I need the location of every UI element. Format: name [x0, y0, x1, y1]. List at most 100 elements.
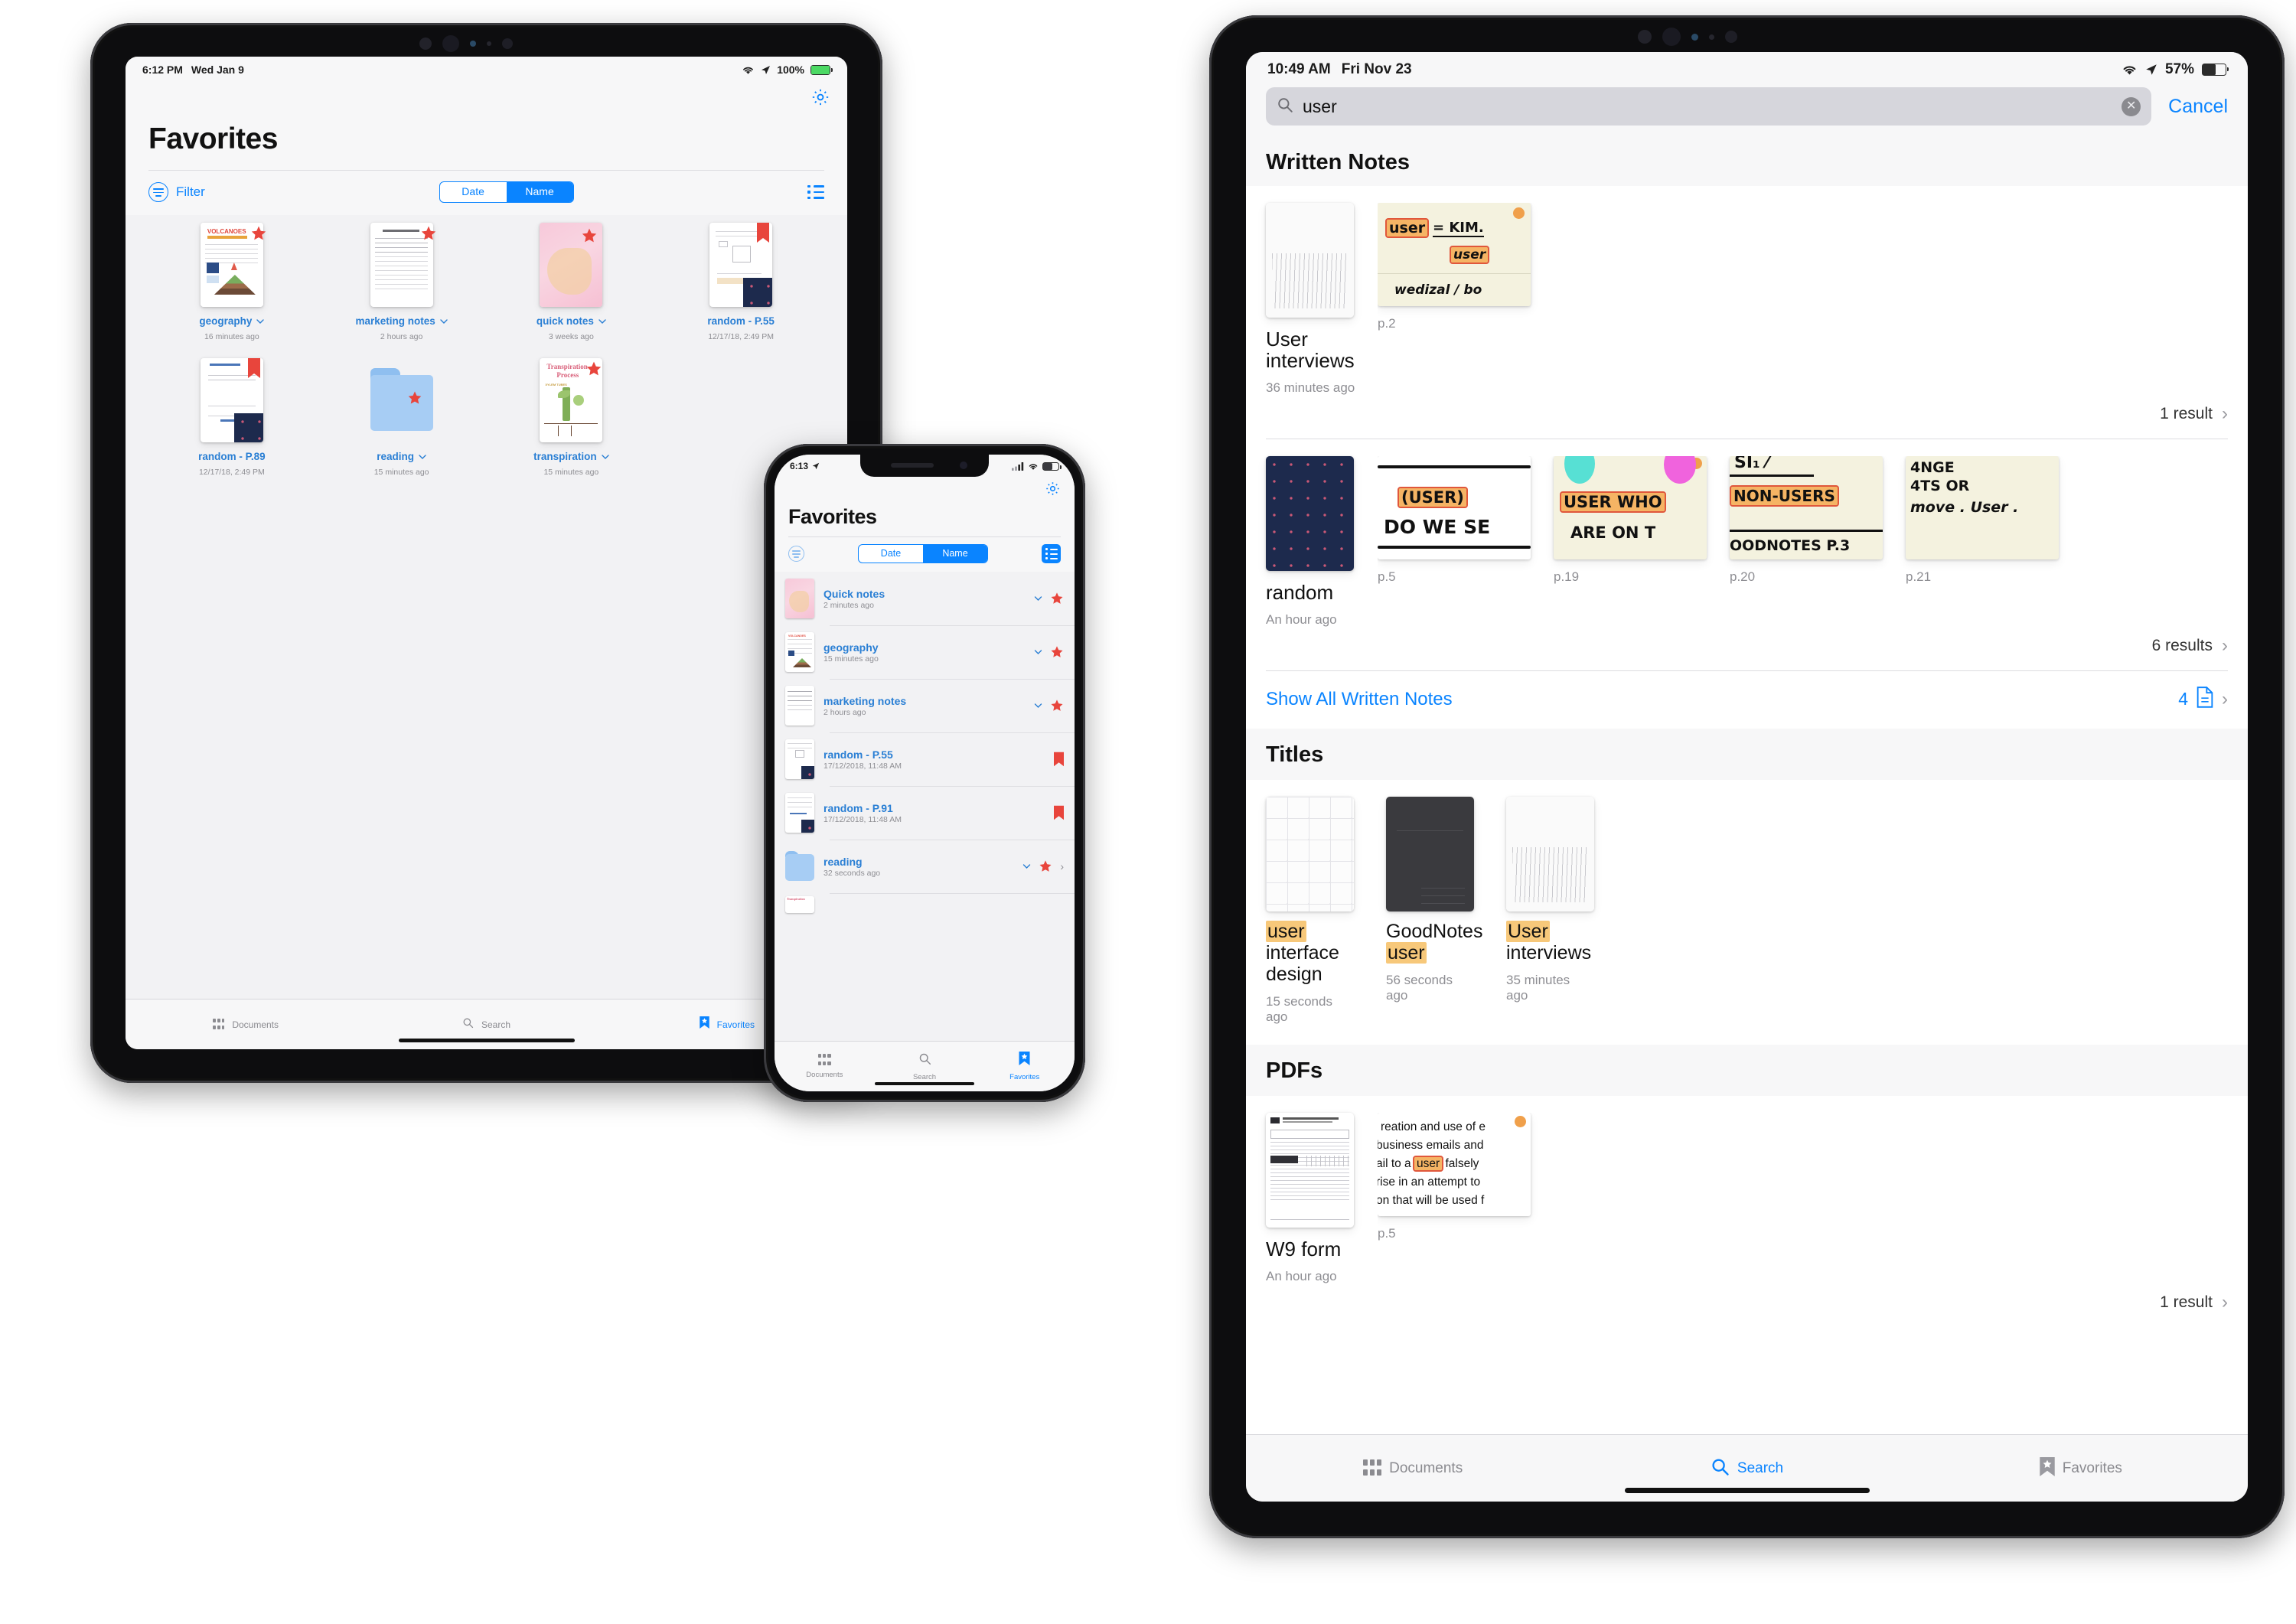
tab-search[interactable]: Search	[875, 1052, 975, 1081]
show-all-written-notes-row[interactable]: Show All Written Notes 4 ›	[1246, 671, 2248, 729]
tab-documents[interactable]: Documents	[775, 1054, 875, 1079]
document-cover[interactable]	[1266, 1113, 1354, 1228]
result-document-title[interactable]: W9 form	[1266, 1238, 1358, 1260]
list-item-name[interactable]: marketing notes	[823, 695, 1025, 707]
tab-search[interactable]: Search	[1580, 1457, 1913, 1480]
result-document[interactable]: User interviews 36 minutes ago	[1266, 203, 1358, 396]
document-cell[interactable]: VOLCANOES geography 16 minutes ago	[147, 223, 317, 341]
title-result-name[interactable]: User interviews	[1506, 921, 1594, 964]
filter-icon[interactable]	[788, 546, 804, 562]
list-item-name[interactable]: random - P.55	[823, 748, 1045, 761]
list-item[interactable]: VOLCANOES geography 15 minutes ago	[775, 625, 1075, 679]
result-document-title[interactable]: User interviews	[1266, 328, 1358, 371]
folder-icon[interactable]	[370, 358, 433, 442]
show-all-written-notes-link[interactable]: Show All Written Notes	[1266, 689, 1453, 710]
result-document[interactable]: random An hour ago	[1266, 456, 1358, 628]
filter-button[interactable]: Filter	[148, 182, 205, 202]
tab-favorites[interactable]: Favorites	[974, 1052, 1075, 1081]
chevron-down-icon[interactable]	[1022, 859, 1031, 873]
snippet-thumbnail[interactable]: reation and use of e business emails and…	[1378, 1113, 1531, 1217]
tab-documents[interactable]: Documents	[1246, 1459, 1580, 1478]
sort-segment-date[interactable]: Date	[440, 182, 507, 202]
snippet-thumbnail[interactable]: USER WHO ARE ON T	[1554, 456, 1707, 560]
document-name[interactable]: reading	[377, 451, 414, 462]
chevron-right-icon[interactable]: ›	[2222, 1292, 2228, 1313]
chevron-down-icon[interactable]	[1034, 592, 1042, 605]
snippet[interactable]: reation and use of e business emails and…	[1378, 1113, 1531, 1241]
snippet-thumbnail[interactable]: user = KIM. user wedizal / bo	[1378, 203, 1531, 306]
star-badge[interactable]	[1050, 592, 1064, 605]
document-name[interactable]: transpiration	[533, 451, 597, 462]
sort-segmented-control[interactable]: Date Name	[439, 181, 574, 203]
bookmark-badge[interactable]	[1054, 805, 1064, 820]
snippet[interactable]: USER WHO ARE ON T p.19	[1554, 456, 1707, 585]
search-result-row[interactable]: W9 form An hour ago reation and use of e…	[1246, 1096, 2248, 1284]
document-cell[interactable]: random - P.89 12/17/18, 2:49 PM	[147, 358, 317, 477]
snippet[interactable]: 4NGE 4TS OR move . User . p.21	[1906, 456, 2059, 585]
title-result-name[interactable]: user interface design	[1266, 921, 1354, 985]
sort-segment-name[interactable]: Name	[923, 545, 987, 563]
tab-documents[interactable]: Documents	[126, 1019, 366, 1030]
document-name[interactable]: geography	[199, 315, 252, 327]
chevron-down-icon[interactable]	[419, 451, 426, 462]
tab-favorites[interactable]: Favorites	[1914, 1456, 2248, 1480]
result-document-title[interactable]: random	[1266, 582, 1358, 603]
chevron-down-icon[interactable]	[598, 315, 606, 327]
document-name[interactable]: quick notes	[536, 315, 594, 327]
list-item[interactable]: marketing notes 2 hours ago	[775, 679, 1075, 732]
list-item[interactable]: Quick notes 2 minutes ago	[775, 572, 1075, 625]
list-item-name[interactable]: geography	[823, 641, 1025, 654]
chevron-down-icon[interactable]	[256, 315, 265, 327]
snippet[interactable]: SI₁ ⁄ NON-USERS OODNOTES P.3 p.20	[1730, 456, 1883, 585]
clear-circle-icon[interactable]: ✕	[2122, 96, 2141, 116]
list-item-name[interactable]: random - P.91	[823, 802, 1045, 814]
document-cell[interactable]: reading 15 minutes ago	[317, 358, 487, 477]
star-badge[interactable]	[1050, 645, 1064, 659]
star-badge[interactable]	[1039, 859, 1052, 873]
sort-segment-name[interactable]: Name	[506, 182, 573, 202]
document-cell[interactable]: quick notes 3 weeks ago	[487, 223, 657, 341]
search-input-value[interactable]: user	[1303, 96, 2112, 117]
chevron-right-icon[interactable]: ›	[2222, 403, 2228, 425]
chevron-down-icon[interactable]	[1034, 645, 1042, 659]
list-item[interactable]: Transpiration	[775, 893, 1075, 916]
cancel-button[interactable]: Cancel	[2168, 96, 2228, 118]
sort-segmented-control[interactable]: Date Name	[858, 544, 988, 563]
list-item[interactable]: random - P.91 17/12/2018, 11:48 AM	[775, 786, 1075, 840]
title-result-card[interactable]: User interviews 35 minutes ago	[1506, 797, 1594, 1025]
result-count-row[interactable]: 1 result ›	[1246, 396, 2248, 439]
title-result-card[interactable]: user interface design 15 seconds ago	[1266, 797, 1354, 1025]
result-count-row[interactable]: 1 result ›	[1246, 1284, 2248, 1327]
sort-segment-date[interactable]: Date	[859, 545, 923, 563]
snippet[interactable]: user = KIM. user wedizal / bo p.2	[1378, 203, 1531, 331]
result-document[interactable]: W9 form An hour ago	[1266, 1113, 1358, 1284]
chevron-right-icon[interactable]: ›	[1060, 860, 1064, 872]
snippet-thumbnail[interactable]: 4NGE 4TS OR move . User .	[1906, 456, 2059, 560]
list-view-icon[interactable]	[1042, 544, 1061, 563]
document-cell[interactable]: Transpiration Process XYLEM TUBES transp…	[487, 358, 657, 477]
document-cover[interactable]	[1386, 797, 1474, 912]
chevron-right-icon[interactable]: ›	[2222, 635, 2228, 657]
chevron-down-icon[interactable]	[440, 315, 448, 327]
search-input[interactable]: user ✕	[1266, 87, 2152, 126]
star-badge[interactable]	[1050, 699, 1064, 713]
document-name[interactable]: marketing notes	[355, 315, 435, 327]
bookmark-badge[interactable]	[1054, 752, 1064, 767]
tab-search[interactable]: Search	[366, 1017, 606, 1032]
chevron-down-icon[interactable]	[1034, 699, 1042, 713]
document-name[interactable]: random - P.89	[198, 451, 266, 462]
snippet-thumbnail[interactable]: (USER) DO WE SE	[1378, 456, 1531, 560]
list-item[interactable]: reading 32 seconds ago ›	[775, 840, 1075, 893]
gear-icon[interactable]	[810, 87, 830, 107]
document-cover[interactable]	[1266, 456, 1354, 572]
snippet-thumbnail[interactable]: SI₁ ⁄ NON-USERS OODNOTES P.3	[1730, 456, 1883, 560]
list-view-icon[interactable]	[807, 184, 824, 200]
snippet[interactable]: (USER) DO WE SE p.5	[1378, 456, 1531, 585]
document-cell[interactable]: marketing notes 2 hours ago	[317, 223, 487, 341]
document-cell[interactable]: random - P.55 12/17/18, 2:49 PM	[656, 223, 826, 341]
document-cover[interactable]	[1506, 797, 1594, 912]
chevron-right-icon[interactable]: ›	[2222, 689, 2228, 710]
document-cover[interactable]	[1266, 797, 1354, 912]
result-count-row[interactable]: 6 results ›	[1246, 628, 2248, 670]
title-result-card[interactable]: GoodNotes user 56 seconds ago	[1386, 797, 1482, 1025]
